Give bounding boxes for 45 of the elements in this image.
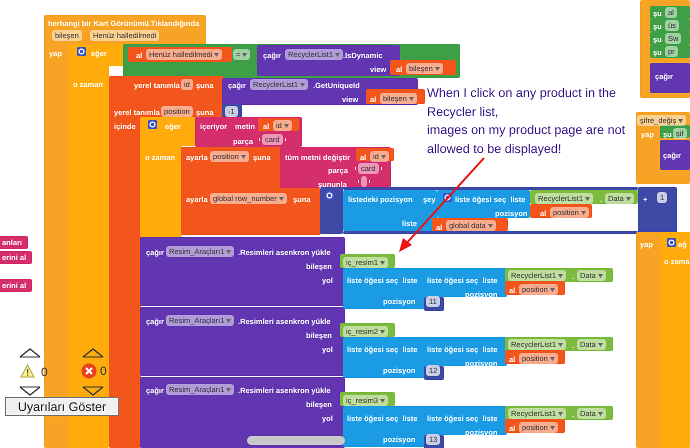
down-arrow-icon[interactable] (19, 386, 41, 396)
gear-icon[interactable] (148, 120, 157, 129)
caret-icon (226, 318, 232, 322)
error-count: 0 (100, 364, 107, 378)
down-arrow-icon[interactable] (82, 386, 104, 396)
caret-icon (380, 154, 386, 158)
caret-icon (626, 196, 631, 200)
warning-icon (20, 364, 35, 378)
caret-icon (226, 388, 232, 392)
up-arrow-icon[interactable] (19, 348, 41, 358)
gear-icon[interactable] (325, 191, 334, 200)
gear-icon[interactable] (77, 47, 86, 56)
caret-icon (242, 52, 248, 56)
caret-icon (558, 342, 564, 346)
caret-icon (214, 52, 220, 56)
caret-icon (580, 210, 586, 214)
empty-string-field[interactable] (361, 176, 367, 187)
caret-icon (240, 154, 246, 158)
caret-icon (380, 260, 386, 264)
caret-icon (434, 66, 440, 70)
caret-icon (380, 398, 386, 402)
caret-icon (550, 426, 555, 430)
error-icon (81, 363, 97, 379)
caret-icon (678, 118, 684, 122)
caret-icon (284, 124, 289, 128)
annotation-text: When I click on any product in the Recycler list, images on my product page are not allowed to be displayed! (427, 85, 626, 158)
show-warnings-button[interactable]: Uyarıları Göster (5, 397, 119, 416)
caret-icon (550, 288, 555, 292)
scrollbar[interactable] (247, 436, 345, 445)
caret-icon (558, 274, 564, 278)
up-arrow-icon[interactable] (82, 348, 104, 358)
caret-icon (550, 356, 555, 360)
caret-icon (598, 274, 603, 278)
caret-icon (488, 224, 493, 228)
caret-icon (598, 412, 603, 416)
caret-icon (558, 412, 564, 416)
gear-icon[interactable] (667, 238, 676, 247)
caret-icon (278, 196, 284, 200)
caret-icon (300, 82, 306, 86)
caret-icon (408, 96, 414, 100)
caret-icon (226, 250, 232, 254)
caret-icon (380, 330, 386, 334)
caret-icon (598, 342, 603, 346)
caret-icon (335, 52, 340, 56)
caret-icon (585, 196, 590, 200)
